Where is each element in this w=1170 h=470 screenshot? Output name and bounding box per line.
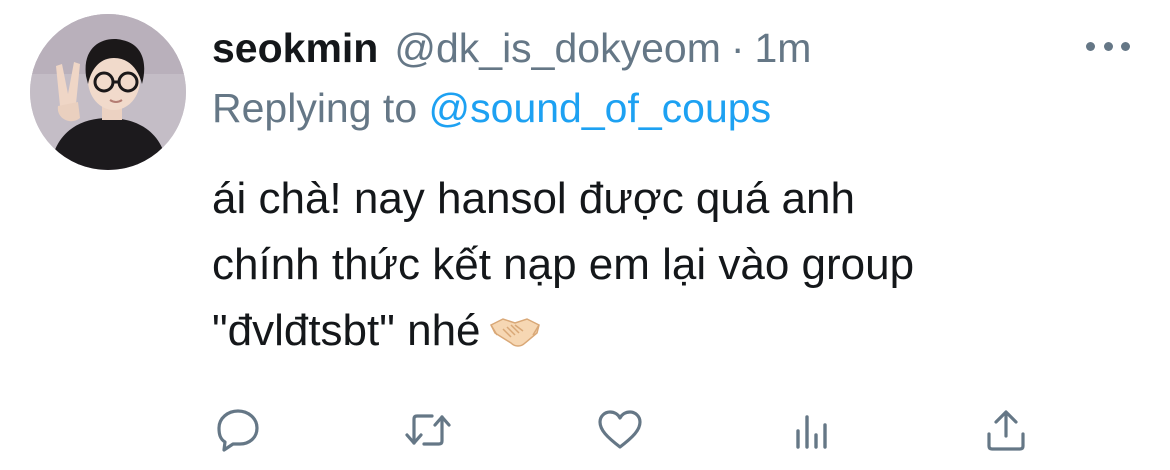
share-icon[interactable] <box>976 400 1036 460</box>
tweet: seokmin @dk_is_dokyeom · 1m Replying to … <box>0 0 1170 470</box>
retweet-icon[interactable] <box>398 400 458 460</box>
display-name[interactable]: seokmin <box>212 20 378 76</box>
replying-prefix: Replying to <box>212 85 418 131</box>
tweet-actions <box>0 400 1170 460</box>
tweet-text-line: ái chà! nay hansol được quá anh <box>212 174 855 223</box>
replying-to-handle[interactable]: @sound_of_coups <box>429 85 772 131</box>
avatar[interactable] <box>30 14 186 170</box>
more-dot <box>1086 41 1095 51</box>
user-handle[interactable]: @dk_is_dokyeom <box>394 20 721 76</box>
handshake-icon <box>489 304 541 370</box>
replying-to: Replying to @sound_of_coups <box>212 80 771 136</box>
tweet-text: ái chà! nay hansol được quá anh chính th… <box>212 166 1132 370</box>
more-options-icon[interactable] <box>1086 36 1130 56</box>
timestamp[interactable]: 1m <box>755 20 812 76</box>
tweet-header: seokmin @dk_is_dokyeom · 1m <box>212 20 811 76</box>
separator: · <box>730 25 745 71</box>
heart-icon[interactable] <box>590 400 650 460</box>
analytics-icon[interactable] <box>782 400 842 460</box>
tweet-text-line: "đvlđtsbt" nhé <box>212 306 481 355</box>
more-dot <box>1103 41 1113 51</box>
more-dot <box>1121 41 1130 51</box>
reply-icon[interactable] <box>208 400 268 460</box>
tweet-text-line: chính thức kết nạp em lại vào group <box>212 240 915 289</box>
tweet-text-line-last: "đvlđtsbt" nhé <box>212 298 1132 370</box>
